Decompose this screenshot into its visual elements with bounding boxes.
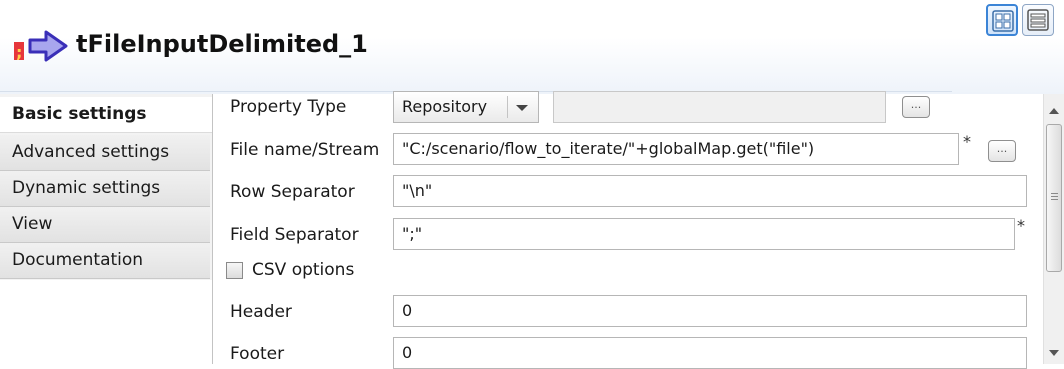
component-title: tFileInputDelimited_1: [76, 30, 368, 58]
property-type-value: Repository: [402, 97, 488, 116]
list-view-button[interactable]: [1022, 4, 1054, 36]
header-input[interactable]: 0: [393, 295, 1027, 327]
list-view-icon: [1027, 9, 1049, 31]
scroll-up-arrow-icon[interactable]: [1049, 108, 1059, 114]
grip-line: [1051, 196, 1058, 197]
grid-view-button[interactable]: [986, 4, 1018, 36]
tab-advanced-settings[interactable]: Advanced settings: [0, 135, 210, 171]
vertical-scrollbar[interactable]: [1043, 94, 1064, 364]
tab-basic-settings[interactable]: Basic settings: [0, 97, 212, 133]
grip-line: [1051, 193, 1058, 194]
file-name-required-mark: *: [963, 132, 971, 151]
chevron-down-icon: [516, 105, 528, 111]
footer-input[interactable]: 0: [393, 337, 1027, 369]
field-separator-input[interactable]: ";": [393, 218, 1015, 250]
tab-documentation[interactable]: Documentation: [0, 243, 210, 279]
scroll-down-arrow-icon[interactable]: [1049, 350, 1059, 356]
tab-view[interactable]: View: [0, 207, 210, 243]
svg-text:;: ;: [16, 43, 22, 62]
csv-options-label: CSV options: [252, 260, 355, 280]
header-label: Header: [230, 302, 292, 322]
tab-dynamic-settings[interactable]: Dynamic settings: [0, 171, 210, 207]
property-type-label: Property Type: [230, 97, 347, 117]
file-name-input[interactable]: "C:/scenario/flow_to_iterate/"+globalMap…: [393, 133, 959, 165]
row-separator-input[interactable]: "\n": [393, 175, 1027, 207]
footer-label: Footer: [230, 344, 285, 364]
grid-view-icon: [992, 10, 1014, 32]
grip-line: [1051, 199, 1058, 200]
property-type-select[interactable]: Repository: [393, 91, 539, 123]
csv-options-checkbox[interactable]: [226, 262, 243, 279]
file-browse-button[interactable]: ...: [988, 140, 1016, 162]
settings-tabs: Basic settings Advanced settings Dynamic…: [0, 94, 213, 364]
file-input-arrow-icon: ;: [14, 30, 68, 62]
field-separator-required-mark: *: [1017, 216, 1025, 235]
component-header: ; tFileInputDelimited_1: [0, 0, 1064, 94]
repository-field: [553, 91, 886, 123]
combo-separator: [507, 96, 508, 118]
field-separator-label: Field Separator: [230, 225, 359, 245]
row-separator-label: Row Separator: [230, 182, 355, 202]
file-name-label: File name/Stream: [230, 140, 380, 160]
repository-browse-button[interactable]: ...: [902, 96, 930, 118]
scrollbar-thumb[interactable]: [1046, 124, 1062, 272]
tabs-blank-area: [0, 280, 212, 364]
